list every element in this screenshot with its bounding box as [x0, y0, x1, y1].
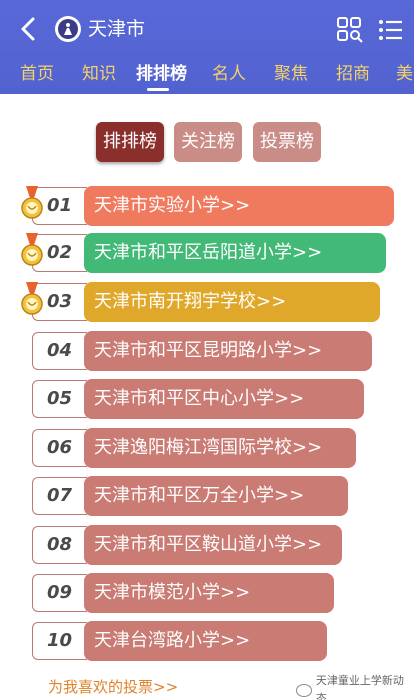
- ranking-row[interactable]: 04 天津市和平区昆明路小学>>: [0, 331, 414, 373]
- rank-number: 08: [32, 526, 87, 564]
- school-name-bar[interactable]: 天津市模范小学>>: [84, 573, 334, 613]
- back-button[interactable]: [14, 13, 42, 45]
- tab-investment[interactable]: 招商: [336, 62, 370, 86]
- tab-ranking[interactable]: 排排榜: [136, 62, 187, 86]
- ranking-row[interactable]: 05 天津市和平区中心小学>>: [0, 379, 414, 421]
- menu-icon[interactable]: [378, 18, 404, 42]
- school-name-bar[interactable]: 天津台湾路小学>>: [84, 621, 327, 661]
- school-name-bar[interactable]: 天津市和平区岳阳道小学>>: [84, 233, 386, 273]
- school-name-bar[interactable]: 天津市和平区昆明路小学>>: [84, 331, 372, 371]
- school-name-bar[interactable]: 天津逸阳梅江湾国际学校>>: [84, 428, 356, 468]
- ranking-row[interactable]: 07 天津市和平区万全小学>>: [0, 476, 414, 518]
- segment-ranking[interactable]: 排排榜: [96, 122, 164, 162]
- wechat-icon: [296, 683, 312, 697]
- tab-more[interactable]: 美: [396, 62, 413, 86]
- wechat-account-name: 天津童业上学新动态: [315, 674, 404, 700]
- tab-knowledge[interactable]: 知识: [82, 62, 116, 86]
- ranking-row[interactable]: 03 天津市南开翔宇学校>>: [0, 282, 414, 324]
- tab-home[interactable]: 首页: [20, 62, 54, 86]
- rank-number: 10: [32, 622, 87, 660]
- city-logo-icon: [55, 16, 81, 42]
- ranking-row[interactable]: 06 天津逸阳梅江湾国际学校>>: [0, 428, 414, 470]
- school-name-bar[interactable]: 天津市和平区中心小学>>: [84, 379, 364, 419]
- category-tabs: 首页 知识 排排榜 名人 聚焦 招商 美: [0, 62, 414, 92]
- silver-medal-icon: [21, 233, 43, 266]
- ranking-row[interactable]: 08 天津市和平区鞍山道小学>>: [0, 525, 414, 567]
- rank-number: 09: [32, 574, 87, 612]
- page-title: 天津市: [88, 18, 146, 40]
- gold-medal-icon: [21, 186, 43, 219]
- ranking-row[interactable]: 09 天津市模范小学>>: [0, 573, 414, 615]
- bronze-medal-icon: [21, 282, 43, 315]
- ranking-row[interactable]: 10 天津台湾路小学>>: [0, 621, 414, 663]
- rank-number: 07: [32, 477, 87, 515]
- school-name-bar[interactable]: 天津市和平区万全小学>>: [84, 476, 348, 516]
- school-name-bar[interactable]: 天津市实验小学>>: [84, 186, 394, 226]
- segment-vote[interactable]: 投票榜: [253, 122, 321, 162]
- chevron-left-icon: [21, 17, 35, 41]
- school-name-bar[interactable]: 天津市南开翔宇学校>>: [84, 282, 380, 322]
- segment-follow[interactable]: 关注榜: [174, 122, 242, 162]
- rank-number: 05: [32, 380, 87, 418]
- rank-number: 04: [32, 332, 87, 370]
- top-bar: 天津市: [0, 0, 414, 56]
- tab-focus[interactable]: 聚焦: [274, 62, 308, 86]
- vote-link[interactable]: 为我喜欢的投票>>: [48, 676, 178, 698]
- school-name-bar[interactable]: 天津市和平区鞍山道小学>>: [84, 525, 342, 565]
- ranking-row[interactable]: 01 天津市实验小学>>: [0, 186, 414, 228]
- ranking-row[interactable]: 02 天津市和平区岳阳道小学>>: [0, 233, 414, 275]
- wechat-source: 天津童业上学新动态: [296, 672, 414, 700]
- grid-search-icon[interactable]: [336, 16, 364, 44]
- rank-number: 06: [32, 429, 87, 467]
- tab-celebrities[interactable]: 名人: [212, 62, 246, 86]
- active-tab-indicator: [147, 88, 169, 91]
- app-header: 天津市 首页 知识 排排榜 名人 聚焦 招商 美: [0, 0, 414, 94]
